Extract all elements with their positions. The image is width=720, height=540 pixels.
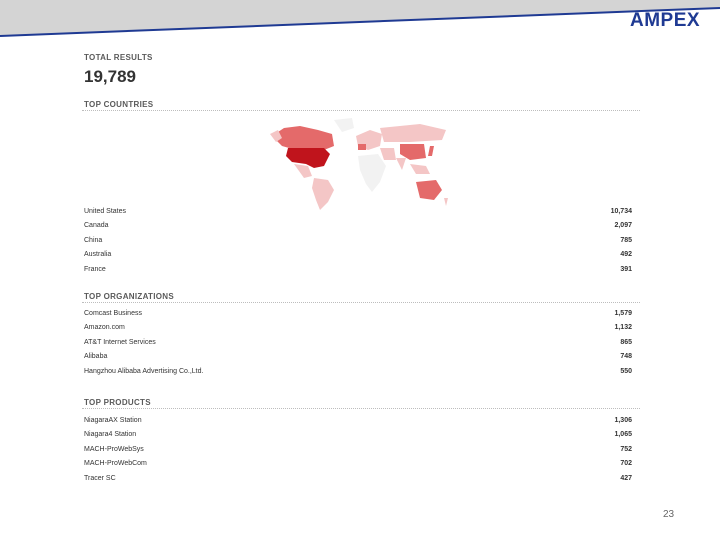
country-row: United States 10,734 <box>82 206 640 220</box>
organization-row: Hangzhou Alibaba Advertising Co.,Ltd. 55… <box>82 366 640 380</box>
map-region-united-states <box>286 148 330 168</box>
organization-name: Alibaba <box>84 353 108 361</box>
header-band-fill <box>0 0 720 36</box>
top-products-divider <box>82 408 640 409</box>
map-region-greenland <box>334 118 354 132</box>
product-name: Niagara4 Station <box>84 431 137 439</box>
country-name: China <box>84 236 103 244</box>
organization-name: Amazon.com <box>84 324 125 332</box>
organization-name: AT&T Internet Services <box>84 338 156 346</box>
map-region-mexico <box>294 164 312 178</box>
organization-count: 550 <box>620 367 632 375</box>
organization-count: 865 <box>620 338 632 346</box>
country-row: Australia 492 <box>82 249 640 263</box>
product-count: 752 <box>620 445 632 453</box>
organization-count: 1,579 <box>614 310 632 317</box>
country-count: 10,734 <box>610 208 632 215</box>
map-region-france <box>358 144 366 150</box>
product-row: Tracer SC 427 <box>82 473 640 487</box>
top-products-title: TOP PRODUCTS <box>84 398 151 407</box>
country-name: France <box>84 265 106 273</box>
world-map-svg <box>270 118 448 210</box>
world-map <box>270 116 450 212</box>
organization-row: Alibaba 748 <box>82 351 640 365</box>
country-row: France 391 <box>82 264 640 278</box>
product-row: Niagara4 Station 1,065 <box>82 429 640 443</box>
organization-name: Hangzhou Alibaba Advertising Co.,Ltd. <box>84 367 204 375</box>
top-organizations-list: Comcast Business 1,579 Amazon.com 1,132 … <box>82 308 640 380</box>
map-region-africa <box>358 154 386 192</box>
map-region-russia <box>380 124 446 142</box>
map-region-japan <box>428 146 434 156</box>
organization-name: Comcast Business <box>84 310 142 317</box>
product-name: MACH-ProWebCom <box>84 460 147 468</box>
product-row: MACH-ProWebSys 752 <box>82 444 640 458</box>
map-region-india <box>396 158 406 170</box>
product-name: NiagaraAX Station <box>84 417 142 424</box>
total-results-value: 19,789 <box>84 67 136 86</box>
product-count: 1,306 <box>614 417 632 424</box>
product-row: MACH-ProWebCom 702 <box>82 458 640 472</box>
map-region-new-zealand <box>444 198 448 206</box>
product-count: 702 <box>620 460 632 468</box>
organization-row: AT&T Internet Services 865 <box>82 337 640 351</box>
header-band <box>0 0 720 37</box>
top-countries-list: United States 10,734 Canada 2,097 China … <box>82 206 640 278</box>
country-count: 492 <box>620 251 632 259</box>
organization-row: Amazon.com 1,132 <box>82 322 640 336</box>
total-results-label: TOTAL RESULTS <box>84 53 153 62</box>
organization-count: 1,132 <box>614 324 632 332</box>
organization-row: Comcast Business 1,579 <box>82 308 640 322</box>
country-row: China 785 <box>82 235 640 249</box>
country-count: 2,097 <box>614 222 632 230</box>
country-name: United States <box>84 208 127 215</box>
page-number: 23 <box>663 509 675 520</box>
organization-count: 748 <box>620 353 632 361</box>
product-count: 427 <box>620 474 632 482</box>
top-products-list: NiagaraAX Station 1,306 Niagara4 Station… <box>82 415 640 487</box>
product-count: 1,065 <box>614 431 632 439</box>
country-name: Australia <box>84 251 112 259</box>
product-name: Tracer SC <box>84 474 116 482</box>
product-name: MACH-ProWebSys <box>84 445 144 453</box>
map-region-china <box>400 144 426 160</box>
map-region-middle-east <box>380 148 396 160</box>
top-countries-title: TOP COUNTRIES <box>84 100 154 109</box>
product-row: NiagaraAX Station 1,306 <box>82 415 640 429</box>
country-count: 391 <box>620 265 632 273</box>
brand-logo: AMPEX <box>630 10 701 31</box>
country-row: Canada 2,097 <box>82 220 640 234</box>
country-name: Canada <box>84 222 109 230</box>
top-organizations-divider <box>82 302 640 303</box>
top-organizations-title: TOP ORGANIZATIONS <box>84 292 174 301</box>
top-countries-divider <box>82 110 640 111</box>
country-count: 785 <box>620 236 632 244</box>
map-region-australia <box>416 180 442 200</box>
map-region-southeast-asia <box>410 164 430 174</box>
